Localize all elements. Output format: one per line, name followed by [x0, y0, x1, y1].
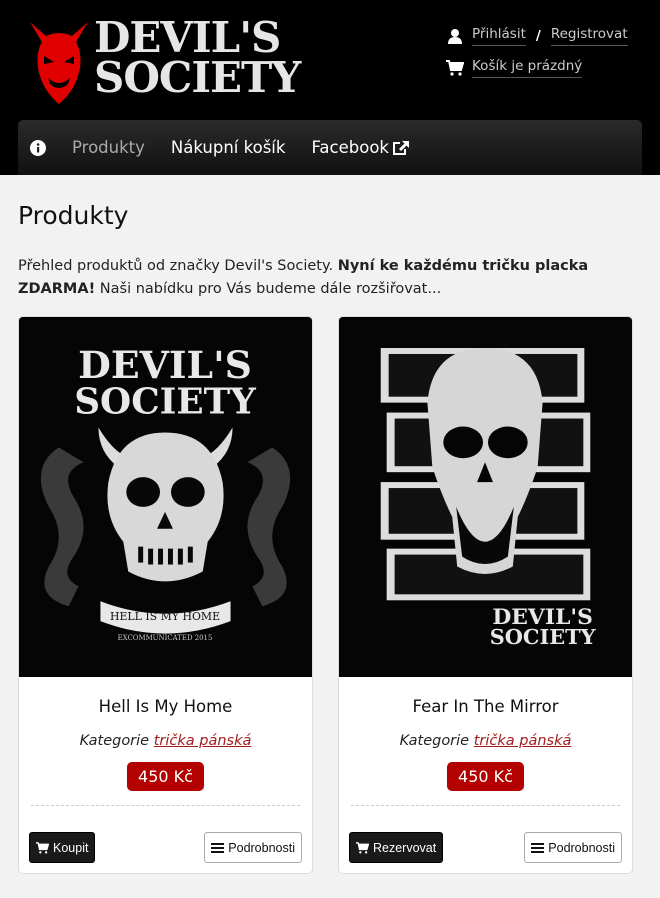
cart-icon: [446, 60, 464, 76]
reserve-button-label: Rezervovat: [373, 840, 437, 855]
intro-text: Přehled produktů od značky Devil's Socie…: [18, 258, 589, 297]
nav-cart[interactable]: Nákupní košík: [171, 138, 286, 157]
price-badge: 450 Kč: [447, 762, 524, 791]
card-divider: [31, 805, 300, 806]
product-card: HELL IS MY HOME EXCOMMUNICATED 2015 DEVI…: [18, 316, 313, 874]
list-icon: [211, 842, 225, 853]
reserve-button[interactable]: Rezervovat: [349, 832, 444, 863]
page-title: Produkty: [18, 201, 129, 230]
category-link[interactable]: trička pánská: [474, 733, 572, 749]
product-title[interactable]: Fear In The Mirror: [339, 697, 632, 716]
list-icon: [531, 842, 545, 853]
login-link[interactable]: Přihlásit: [472, 26, 526, 46]
card-divider: [351, 805, 620, 806]
cart-icon: [36, 841, 49, 853]
cart-icon: [356, 841, 369, 853]
nav-products[interactable]: Produkty: [72, 138, 145, 157]
main-navbar: Produkty Nákupní košík Facebook: [18, 120, 642, 175]
user-icon: [448, 29, 462, 44]
art-caption-text: EXCOMMUNICATED 2015: [118, 634, 213, 642]
site-header: DEVIL'S SOCIETY Přihlásit / Registrovat …: [0, 0, 660, 175]
nav-info[interactable]: [30, 139, 46, 156]
product-card: DEVIL'S SOCIETY Fear In The Mirror Kateg…: [338, 316, 633, 874]
art-brand-line2: SOCIETY: [74, 381, 256, 423]
buy-button[interactable]: Koupit: [29, 832, 96, 863]
external-link-icon: [392, 140, 409, 155]
main-content: Produkty Přehled produktů od značky Devi…: [0, 175, 660, 898]
category-link[interactable]: trička pánská: [154, 733, 252, 749]
nav-facebook[interactable]: Facebook: [311, 138, 410, 157]
site-logo[interactable]: DEVIL'S SOCIETY: [24, 12, 301, 108]
product-category: Kategorie trička pánská: [399, 733, 572, 749]
account-panel: Přihlásit / Registrovat Košík je prázdný: [446, 22, 636, 82]
cart-status-link[interactable]: Košík je prázdný: [472, 58, 583, 78]
details-button-label: Podrobnosti: [228, 840, 295, 855]
register-link[interactable]: Registrovat: [550, 26, 628, 46]
buy-button-label: Koupit: [53, 840, 89, 855]
account-separator: /: [535, 28, 541, 44]
product-category: Kategorie trička pánská: [79, 733, 252, 749]
art-brand-line2: SOCIETY: [490, 624, 597, 649]
product-image[interactable]: DEVIL'S SOCIETY: [339, 317, 632, 677]
brand-wordmark: DEVIL'S SOCIETY: [94, 13, 301, 102]
price-badge: 450 Kč: [127, 762, 204, 791]
product-title[interactable]: Hell Is My Home: [19, 697, 312, 716]
info-icon: [30, 139, 46, 156]
details-button[interactable]: Podrobnosti: [524, 832, 622, 863]
art-banner-text: HELL IS MY HOME: [110, 610, 220, 623]
product-image[interactable]: HELL IS MY HOME EXCOMMUNICATED 2015 DEVI…: [19, 317, 312, 677]
nav-facebook-label: Facebook: [311, 138, 389, 157]
details-button-label: Podrobnosti: [548, 840, 615, 855]
devil-head-icon: [30, 22, 88, 104]
details-button[interactable]: Podrobnosti: [204, 832, 302, 863]
